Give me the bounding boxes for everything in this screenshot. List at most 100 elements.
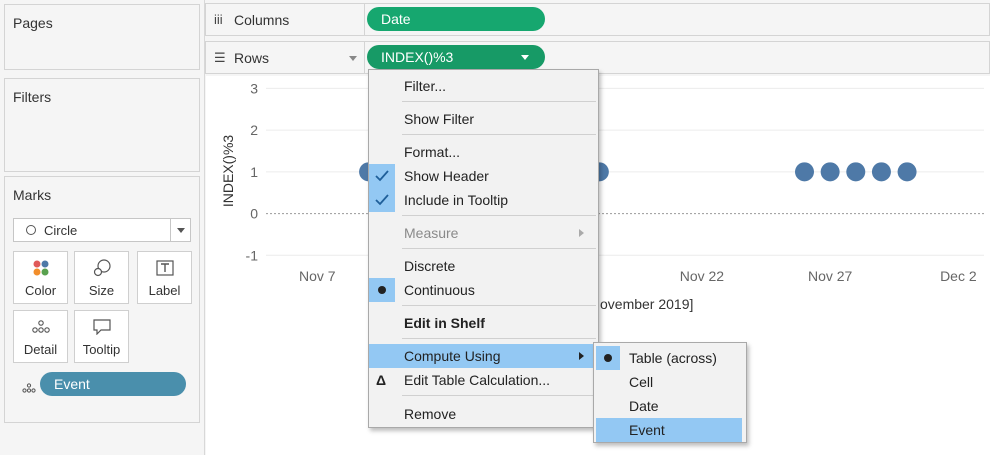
menu-separator [402,338,596,339]
menu-item-edit-table-calculation[interactable]: Δ Edit Table Calculation... [369,368,598,392]
menu-item-compute-using[interactable]: Compute Using [369,344,598,368]
submenu-item-label: Event [629,422,665,438]
menu-separator [402,305,596,306]
menu-item-label: Measure [404,225,459,241]
submenu-item-date[interactable]: Date [596,394,742,418]
color-dots-icon [14,257,67,279]
submenu-item-cell[interactable]: Cell [596,370,742,394]
menu-item-show-header[interactable]: Show Header [369,164,598,188]
rows-label: Rows [234,50,270,66]
menu-item-label: Include in Tooltip [404,192,509,208]
data-point [795,162,814,182]
detail-button[interactable]: Detail [13,310,68,363]
filters-card[interactable]: Filters [4,78,200,172]
menu-item-continuous[interactable]: Continuous [369,278,598,302]
menu-item-discrete[interactable]: Discrete [369,254,598,278]
size-icon [75,257,128,279]
menu-item-label: Edit Table Calculation... [404,372,551,388]
size-button[interactable]: Size [74,251,129,304]
data-point [820,162,840,182]
left-panel: Pages Filters Marks Circle Color Size La… [0,0,205,455]
detail-icon [14,316,67,338]
chevron-down-icon[interactable] [521,55,529,60]
menu-separator [402,395,596,396]
mark-type-select[interactable]: Circle [13,218,191,242]
menu-item-filter[interactable]: Filter... [369,74,598,98]
menu-item-measure: Measure [369,221,598,245]
x-tick-label: Nov 22 [680,268,725,284]
date-pill[interactable]: Date [367,7,545,31]
x-tick-label: Dec 2 [940,268,977,284]
pill-context-menu: Filter... Show Filter Format... Show Header… [368,69,599,428]
mark-type-value: Circle [44,223,78,238]
filters-title: Filters [13,89,52,105]
index-pill-label: INDEX()%3 [381,49,454,65]
data-point [871,162,891,182]
menu-item-label: Show Filter [404,111,475,127]
circle-icon [26,225,36,235]
marks-title: Marks [13,187,52,203]
chevron-right-icon [579,229,584,237]
submenu-item-label: Date [629,398,659,414]
x-tick-label: Nov 27 [808,268,853,284]
color-label: Color [24,283,57,298]
label-icon [138,257,191,279]
submenu-item-table-across[interactable]: Table (across) [596,346,742,370]
menu-item-edit-in-shelf[interactable]: Edit in Shelf [369,311,598,335]
menu-item-remove[interactable]: Remove [369,402,598,426]
shelf-divider [364,42,365,73]
compute-using-submenu: Table (across) Cell Date Event [593,342,747,443]
event-field-pill[interactable]: Event [40,372,186,396]
index-pill[interactable]: INDEX()%3 [367,45,545,69]
menu-item-label: Discrete [404,258,456,274]
x-tick-label: Nov 7 [299,268,336,284]
y-axis-label: INDEX()%3 [220,135,236,208]
chevron-right-icon [579,352,584,360]
rows-icon: ☰ [214,50,226,65]
detail-label: Detail [23,342,58,357]
radio-selected-icon [369,278,395,302]
tooltip-button[interactable]: Tooltip [74,310,129,363]
y-tick-label: 2 [250,122,258,138]
menu-item-label: Filter... [404,78,447,94]
menu-item-include-in-tooltip[interactable]: Include in Tooltip [369,188,598,212]
menu-item-label: Format... [404,144,461,160]
menu-separator [402,215,596,216]
menu-separator [402,248,596,249]
tooltip-label: Tooltip [82,342,121,357]
pages-card[interactable]: Pages [4,4,200,70]
columns-shelf: iii Columns [205,3,990,36]
data-point [846,162,866,182]
radio-selected-icon [596,346,620,370]
menu-item-label: Compute Using [404,348,501,364]
checkmark-icon [369,164,395,188]
x-axis-label: ovember 2019] [600,296,693,312]
delta-icon: Δ [376,372,387,388]
chevron-down-icon [177,228,185,233]
size-label: Size [88,283,115,298]
detail-field-icon [22,380,36,396]
shelf-divider [364,4,365,35]
menu-item-label: Show Header [404,168,489,184]
y-tick-label: 0 [250,206,258,222]
submenu-item-label: Cell [629,374,654,390]
checkmark-icon [369,188,395,212]
data-point [897,162,917,182]
color-button[interactable]: Color [13,251,68,304]
pages-title: Pages [13,15,53,31]
y-tick-label: 3 [250,80,258,96]
menu-item-label: Continuous [404,282,475,298]
label-button[interactable]: Label [137,251,192,304]
menu-separator [402,134,596,135]
menu-item-label: Edit in Shelf [404,315,485,331]
chevron-down-icon[interactable] [349,56,357,61]
menu-separator [402,101,596,102]
y-tick-label: -1 [246,247,259,263]
menu-item-format[interactable]: Format... [369,140,598,164]
tooltip-icon [75,316,128,338]
y-tick-label: 1 [250,164,258,180]
menu-item-show-filter[interactable]: Show Filter [369,107,598,131]
submenu-item-event[interactable]: Event [596,418,742,442]
submenu-item-label: Table (across) [629,350,717,366]
menu-item-label: Remove [404,406,457,422]
